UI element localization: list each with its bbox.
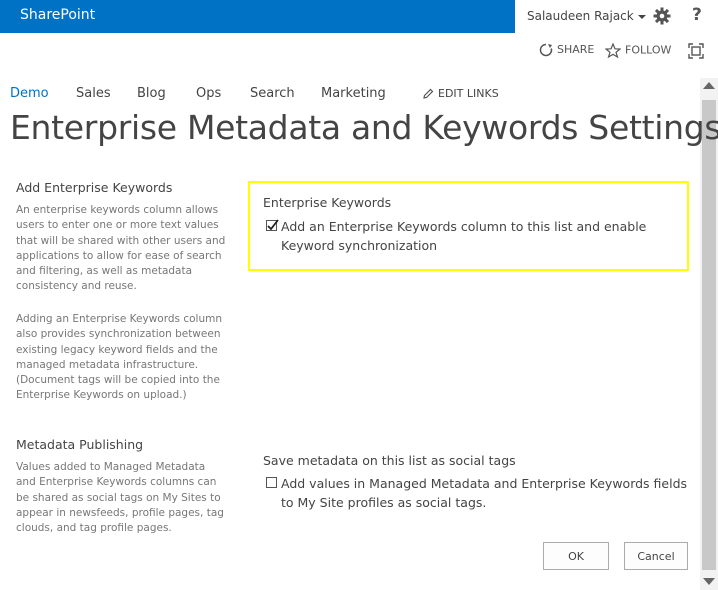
- share-label: SHARE: [557, 43, 595, 56]
- sharepoint-brand-link[interactable]: SharePoint: [20, 7, 95, 23]
- publishing-checkbox[interactable]: [266, 477, 277, 488]
- keywords-group-label: Enterprise Keywords: [263, 195, 392, 210]
- chevron-down-icon: [637, 14, 646, 19]
- scroll-down-arrow-icon[interactable]: [703, 578, 715, 585]
- publishing-section-heading: Metadata Publishing: [16, 437, 144, 452]
- scrollbar-thumb[interactable]: [702, 100, 716, 570]
- keywords-checkbox-label: Add an Enterprise Keywords column to thi…: [281, 219, 647, 253]
- publishing-group-label: Save metadata on this list as social tag…: [263, 453, 516, 468]
- checkmark-icon: [267, 219, 279, 231]
- keywords-section-heading: Add Enterprise Keywords: [16, 180, 173, 195]
- nav-item-search[interactable]: Search: [250, 86, 295, 101]
- nav-item-marketing[interactable]: Marketing: [321, 86, 386, 101]
- edit-links-button[interactable]: EDIT LINKS: [422, 87, 499, 100]
- nav-item-demo[interactable]: Demo: [10, 86, 49, 101]
- help-button[interactable]: ?: [692, 5, 702, 25]
- ok-button[interactable]: OK: [543, 542, 609, 570]
- page-title: Enterprise Metadata and Keywords Setting…: [10, 108, 718, 147]
- publishing-description: Values added to Managed Metadata and Ent…: [16, 461, 224, 535]
- share-button[interactable]: SHARE: [539, 43, 594, 57]
- nav-item-sales[interactable]: Sales: [76, 86, 111, 101]
- user-name: Salaudeen Rajack: [527, 9, 634, 23]
- brand-bar: SharePoint: [0, 0, 515, 33]
- publishing-checkbox-label: Add values in Managed Metadata and Enter…: [281, 476, 688, 510]
- keywords-description: An enterprise keywords column allows use…: [16, 204, 226, 293]
- edit-links-label: EDIT LINKS: [438, 87, 499, 100]
- keywords-checkbox[interactable]: [266, 219, 279, 231]
- focus-on-content-icon[interactable]: [688, 43, 704, 59]
- nav-item-blog[interactable]: Blog: [137, 86, 166, 101]
- cancel-button[interactable]: Cancel: [624, 542, 688, 570]
- star-icon: [604, 42, 622, 59]
- pencil-icon: [423, 88, 434, 99]
- scroll-up-arrow-icon[interactable]: [703, 82, 715, 89]
- keywords-sync-description: Adding an Enterprise Keywords column als…: [16, 313, 222, 402]
- gear-icon[interactable]: [653, 7, 671, 25]
- suite-bar: SharePoint Salaudeen Rajack ?: [0, 0, 718, 33]
- follow-button[interactable]: FOLLOW: [604, 42, 672, 59]
- follow-label: FOLLOW: [625, 43, 672, 57]
- nav-item-ops[interactable]: Ops: [196, 86, 221, 101]
- user-menu[interactable]: Salaudeen Rajack: [527, 9, 646, 23]
- share-icon: [539, 43, 553, 57]
